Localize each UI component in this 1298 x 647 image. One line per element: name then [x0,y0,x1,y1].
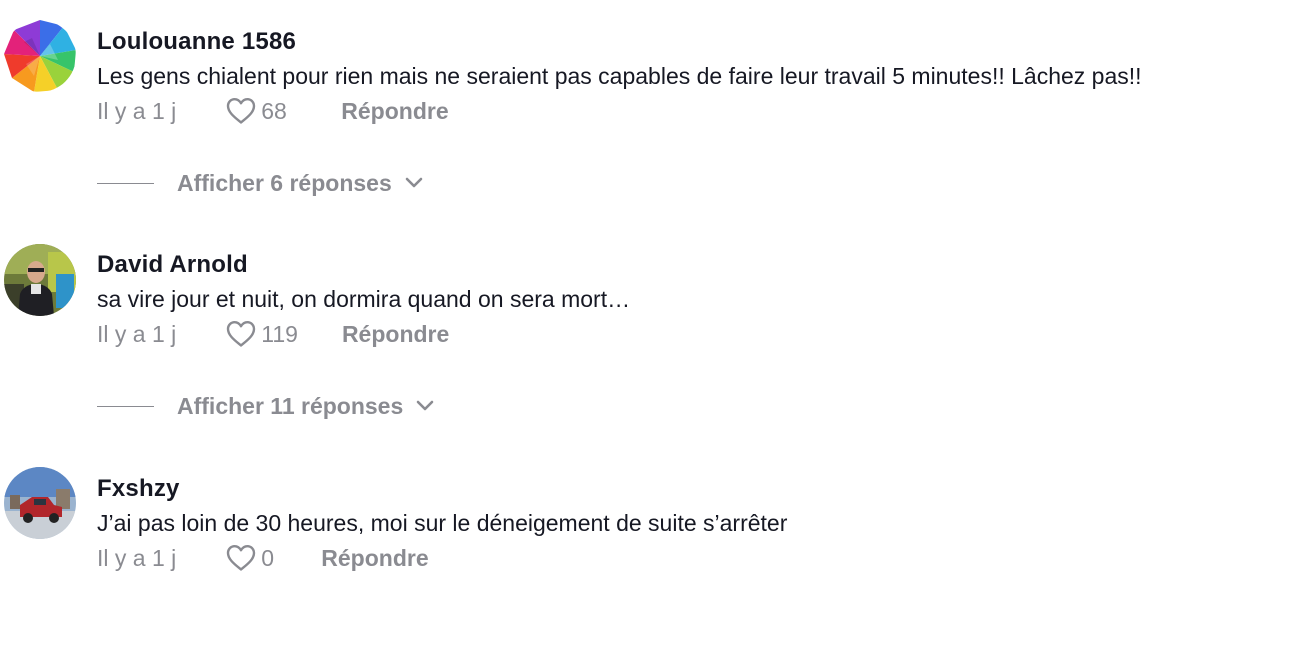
comment-username[interactable]: Fxshzy [97,475,180,503]
view-replies-button[interactable]: Afficher 11 réponses [97,390,434,422]
reply-button[interactable]: Répondre [341,98,448,125]
divider-line [97,182,154,184]
heart-icon [227,545,256,571]
comment-username[interactable]: Loulouanne 1586 [97,28,296,56]
divider-line [97,405,154,407]
comment-text: sa vire jour et nuit, on dormira quand o… [97,286,631,312]
heart-icon [227,98,256,124]
like-count: 68 [261,97,287,124]
avatar[interactable] [4,467,76,539]
comment-timestamp: Il y a 1 j [97,97,177,124]
view-replies-label: Afficher 6 réponses [177,169,392,196]
truck-photo-avatar-icon [4,467,76,539]
like-button[interactable]: 68 [226,97,297,125]
view-replies-button[interactable]: Afficher 6 réponses [97,167,423,199]
comment-meta: Il y a 1 j 0 Répondre [97,542,429,574]
like-count: 119 [261,320,298,347]
comment-item: Loulouanne 1586 Les gens chialent pour r… [0,0,1298,200]
comment-meta: Il y a 1 j 119 Répondre [97,318,449,350]
comment-timestamp: Il y a 1 j [97,544,177,571]
comment-item: David Arnold sa vire jour et nuit, on do… [0,223,1298,423]
view-replies-label: Afficher 11 réponses [177,392,404,419]
comment-timestamp: Il y a 1 j [97,320,177,347]
avatar[interactable] [4,20,76,92]
comment-item: Fxshzy J’ai pas loin de 30 heures, moi s… [0,447,1298,647]
reply-button[interactable]: Répondre [342,321,449,348]
reply-button[interactable]: Répondre [321,545,428,572]
person-photo-avatar-icon [4,244,76,316]
comment-username[interactable]: David Arnold [97,251,248,279]
heart-icon [227,321,256,347]
comment-text: Les gens chialent pour rien mais ne sera… [97,63,1142,89]
like-count: 0 [261,544,275,571]
like-button[interactable]: 0 [226,544,277,572]
rainbow-polygon-avatar-icon [4,20,76,92]
comment-text: J’ai pas loin de 30 heures, moi sur le d… [97,510,788,536]
like-button[interactable]: 119 [226,320,298,348]
comment-meta: Il y a 1 j 68 Répondre [97,95,449,127]
avatar[interactable] [4,244,76,316]
chevron-down-icon [405,177,423,189]
chevron-down-icon [416,400,434,412]
